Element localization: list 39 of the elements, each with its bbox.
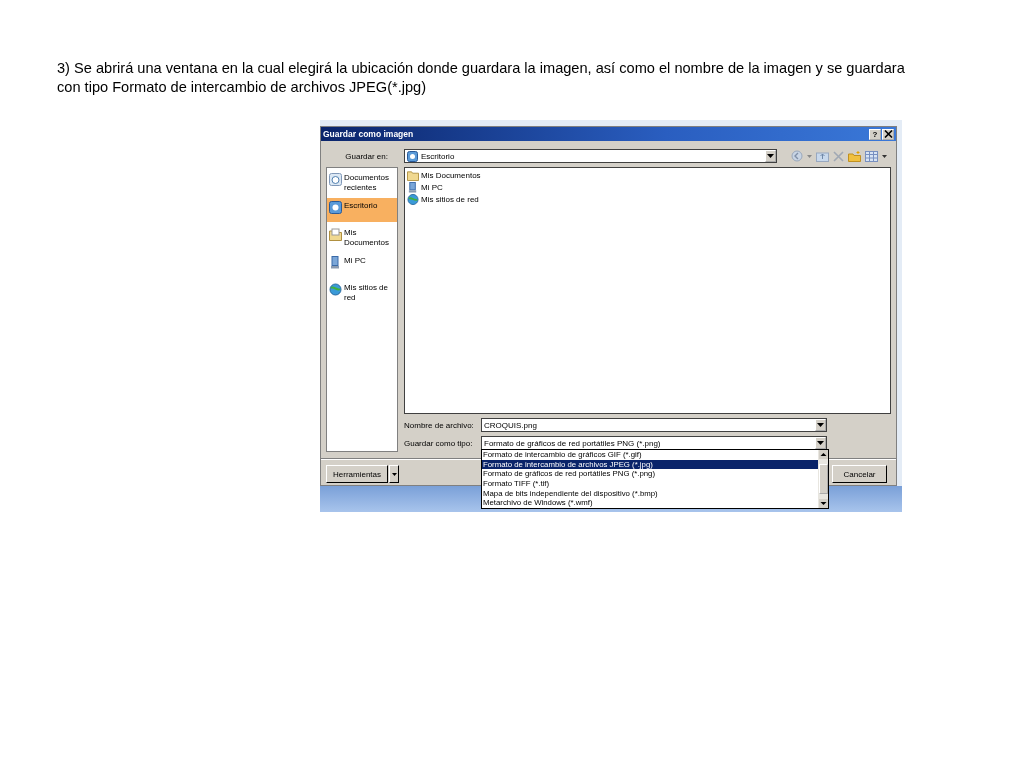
instruction-text: 3) Se abrirá una ventana en la cual elegirá la ubicación donde guardara la imagen, así como el nombre de la imagen y se guardara con tipo Formato de intercambio de archivos JPEG(*.jpg)	[56, 59, 906, 97]
places-item[interactable]: Mis Documentos	[327, 225, 397, 250]
places-item[interactable]: Mi PC	[327, 253, 397, 277]
tools-menu-button[interactable]	[389, 465, 399, 483]
clock-icon	[329, 173, 342, 186]
caret-icon	[817, 441, 824, 445]
scroll-bar[interactable]	[818, 450, 828, 508]
file-type-dropdown[interactable]: Formato de gráficos de red portátiles PNG (*.png)	[481, 436, 827, 450]
folder-icon	[407, 169, 419, 181]
file-name-field[interactable]: CROQUIS.png	[481, 418, 827, 432]
save-in-dropdown[interactable]: Escritorio	[404, 149, 777, 163]
file-type-label: Guardar como tipo:	[404, 438, 474, 448]
caret-icon	[767, 154, 774, 158]
file-item[interactable]: Mi PC	[407, 181, 888, 193]
caret-icon	[817, 423, 824, 427]
scroll-down-icon[interactable]	[818, 499, 828, 508]
globe-icon	[407, 193, 419, 205]
file-item[interactable]: Mis Documentos	[407, 169, 888, 181]
globe-icon	[329, 283, 342, 296]
window-title: Guardar como imagen	[323, 129, 414, 139]
folder-icon	[329, 228, 342, 241]
computer-icon	[407, 181, 419, 193]
help-button[interactable]: ?	[869, 128, 881, 140]
close-button[interactable]	[882, 128, 894, 140]
scroll-up-icon[interactable]	[818, 450, 828, 459]
desktop-icon	[329, 201, 342, 214]
desktop-icon	[407, 150, 418, 162]
file-name-label: Nombre de archivo:	[404, 420, 475, 430]
file-item[interactable]: Mis sitios de red	[407, 193, 888, 205]
places-item[interactable]: Documentos recientes	[327, 170, 397, 195]
caret-icon[interactable]	[882, 154, 887, 158]
save-in-label: Guardar en:	[344, 151, 389, 161]
places-item[interactable]: Escritorio	[327, 198, 397, 222]
cancel-button[interactable]: Cancelar	[832, 465, 887, 483]
computer-icon	[329, 256, 342, 269]
caret-icon	[391, 472, 397, 476]
tools-button[interactable]: Herramientas	[326, 465, 388, 483]
places-item[interactable]: Mis sitios de red	[327, 280, 397, 305]
close-icon	[883, 130, 893, 138]
